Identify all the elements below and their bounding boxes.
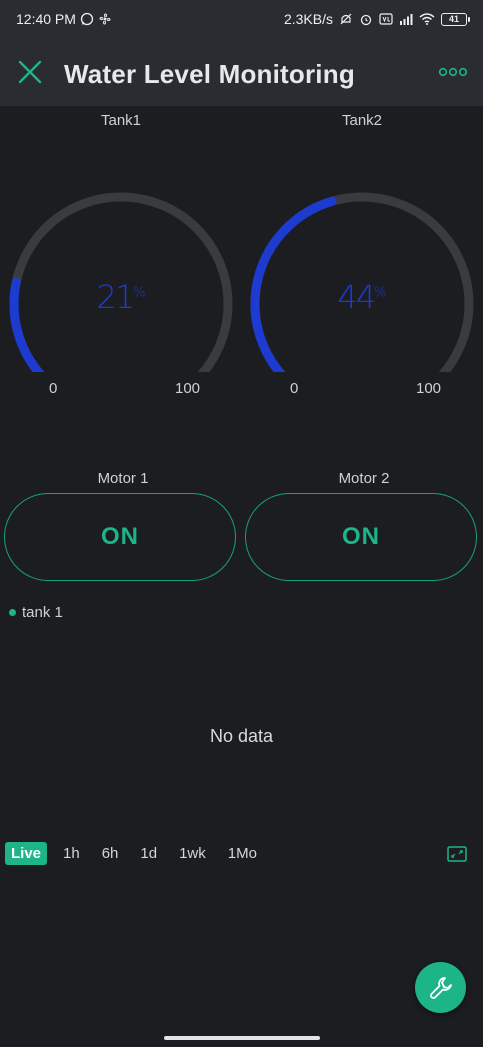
gauge-min: 0 <box>290 380 299 397</box>
chart-legend: tank 1 <box>9 604 63 621</box>
motor-label: Motor 1 <box>97 470 149 487</box>
range-1mo[interactable]: 1Mo <box>222 843 263 864</box>
mute-icon <box>340 13 352 25</box>
gauge-dial <box>9 192 233 372</box>
time-range-selector: Live 1h 6h 1d 1wk 1Mo <box>5 842 263 865</box>
close-icon[interactable] <box>16 58 44 86</box>
gauge-tank1: Tank1 21% 0 100 <box>0 106 242 406</box>
wifi-icon <box>419 13 435 25</box>
gauge-value: 44% <box>241 278 483 316</box>
gauge-value-number: 21 <box>96 278 135 316</box>
motor-1-toggle-button[interactable]: ON <box>4 493 236 581</box>
network-speed: 2.3KB/s <box>283 11 333 27</box>
range-1wk[interactable]: 1wk <box>173 843 212 864</box>
fan-icon <box>99 13 111 25</box>
gauge-max: 100 <box>175 380 201 397</box>
more-dots-icon[interactable] <box>439 66 467 78</box>
legend-label: tank 1 <box>22 604 63 621</box>
range-1d[interactable]: 1d <box>134 843 163 864</box>
gauge-max: 100 <box>416 380 442 397</box>
chart-empty-text: No data <box>209 726 274 746</box>
gauge-label: Tank1 <box>100 112 142 129</box>
wrench-icon <box>429 976 452 999</box>
gauge-value-number: 44 <box>337 278 376 316</box>
signal-icon <box>400 14 413 25</box>
gauge-tank2: Tank2 44% 0 100 <box>241 106 483 406</box>
motor-label: Motor 2 <box>338 470 390 487</box>
gauge-unit: % <box>374 285 387 301</box>
status-time: 12:40 PM <box>16 11 76 27</box>
battery-icon: 41 <box>441 12 470 26</box>
gauge-value: 21% <box>0 278 242 316</box>
alarm-icon <box>360 14 372 26</box>
motor-2-toggle-button[interactable]: ON <box>245 493 477 581</box>
settings-fab-button[interactable] <box>415 962 466 1013</box>
home-indicator[interactable] <box>164 1036 320 1040</box>
app-bar: Water Level Monitoring <box>0 36 483 106</box>
battery-level: 41 <box>448 14 459 24</box>
page-title: Water Level Monitoring <box>64 59 355 89</box>
range-1h[interactable]: 1h <box>57 843 86 864</box>
motor-2-control: Motor 2 ON <box>245 470 483 581</box>
volte-icon <box>379 13 393 25</box>
gauge-min: 0 <box>49 380 58 397</box>
expand-icon[interactable] <box>447 846 467 862</box>
range-6h[interactable]: 6h <box>96 843 125 864</box>
gauge-dial <box>250 192 474 372</box>
range-live[interactable]: Live <box>5 842 48 865</box>
whatsapp-icon <box>80 12 94 26</box>
gauge-label: Tank2 <box>341 112 383 129</box>
status-bar: 12:40 PM 2.3KB/s 41 <box>0 0 483 36</box>
legend-dot <box>9 609 16 616</box>
motor-1-control: Motor 1 ON <box>4 470 242 581</box>
gauge-unit: % <box>133 285 146 301</box>
